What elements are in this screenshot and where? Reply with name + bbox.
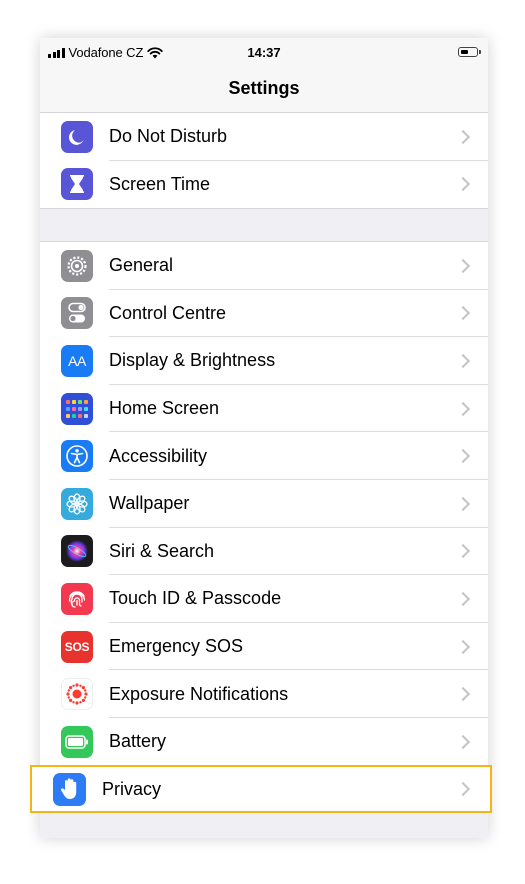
settings-row-label: Wallpaper [109,493,190,514]
settings-row-siri-search[interactable]: Siri & Search [40,528,488,576]
settings-row-emergency-sos[interactable]: SOS Emergency SOS [40,623,488,671]
settings-row-label: Home Screen [109,398,220,419]
settings-row-label: Screen Time [109,173,211,194]
page-title: Settings [228,78,300,98]
hourglass-icon [61,168,93,201]
settings-group-2: General Control Centre AA Display & Brig… [40,241,488,766]
chevron-right-icon [455,687,471,702]
settings-row-label: Control Centre [109,302,227,323]
settings-row-home-screen[interactable]: Home Screen [40,385,488,433]
settings-row-label: Privacy [102,778,162,799]
settings-row-general[interactable]: General [40,242,488,290]
toggles-icon [61,297,93,330]
chevron-right-icon [455,781,471,797]
settings-row-do-not-disturb[interactable]: Do Not Disturb [40,113,488,161]
moon-icon [61,120,93,153]
settings-row-label: Siri & Search [109,540,215,561]
settings-row-label: Touch ID & Passcode [109,588,282,609]
chevron-right-icon [455,129,471,144]
chevron-right-icon [455,258,471,273]
gear-icon [61,249,93,282]
text-size-icon: AA [61,344,93,377]
settings-row-label: Battery [109,731,167,752]
settings-row-control-centre[interactable]: Control Centre [40,290,488,338]
settings-row-label: Display & Brightness [109,350,276,371]
chevron-right-icon [455,591,471,607]
battery-icon [61,725,93,758]
settings-row-label: General [109,255,174,276]
settings-group-1: Do Not Disturb Screen Time [40,113,488,210]
hand-icon [53,772,86,806]
status-bar: Vodafone CZ 14:37 [40,38,488,68]
chevron-right-icon [455,734,471,749]
settings-row-screen-time[interactable]: Screen Time [40,161,488,209]
battery-status-icon [458,47,481,57]
settings-row-accessibility[interactable]: Accessibility [40,432,488,480]
settings-row-label: Do Not Disturb [109,126,228,147]
chevron-right-icon [455,639,471,654]
app-grid-icon [61,392,93,425]
settings-row-label: Emergency SOS [109,636,244,657]
settings-row-display-brightness[interactable]: AA Display & Brightness [40,337,488,385]
settings-row-exposure[interactable]: Exposure Notifications [40,670,488,718]
flower-icon [61,487,93,520]
siri-icon [61,535,93,568]
settings-row-wallpaper[interactable]: Wallpaper [40,480,488,528]
chevron-right-icon [455,496,471,511]
chevron-right-icon [455,401,471,416]
settings-row-label: Accessibility [109,445,208,466]
nav-bar: Settings [40,68,488,113]
settings-row-battery[interactable]: Battery [40,718,488,766]
status-time: 14:37 [247,45,281,60]
sos-icon: SOS [61,630,93,663]
fingerprint-icon [61,582,93,615]
chevron-right-icon [455,544,471,559]
settings-row-touch-id[interactable]: Touch ID & Passcode [40,575,488,623]
settings-row-privacy[interactable]: Privacy [30,765,492,813]
chevron-right-icon [455,353,471,369]
settings-row-label: Exposure Notifications [109,683,289,704]
chevron-right-icon [455,449,471,464]
accessibility-icon [61,440,93,473]
exposure-icon [61,678,93,711]
chevron-right-icon [455,306,471,321]
chevron-right-icon [455,177,471,192]
settings-screen: Vodafone CZ 14:37 Settings Do Not Distur… [40,38,488,838]
